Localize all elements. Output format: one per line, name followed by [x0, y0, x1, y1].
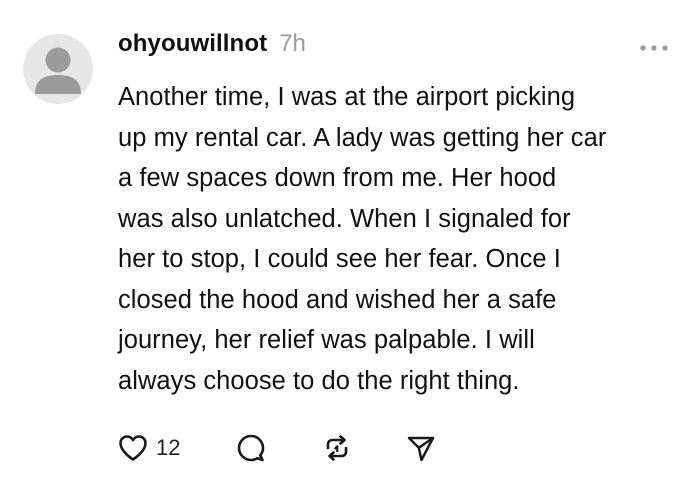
share-button[interactable] [406, 433, 446, 463]
action-bar: 12 [118, 428, 446, 468]
post-header: ohyouwillnot 7h [118, 30, 306, 58]
avatar[interactable] [23, 34, 93, 104]
default-user-avatar-icon [35, 47, 81, 94]
username[interactable]: ohyouwillnot [118, 30, 267, 58]
like-count: 12 [156, 435, 181, 460]
heart-icon [119, 435, 147, 461]
like-button[interactable]: 12 [118, 434, 236, 462]
thread-post: ohyouwillnot 7h Another time, I was at t… [0, 0, 700, 498]
more-options-button[interactable] [636, 36, 672, 60]
repost-icon [326, 435, 348, 461]
reply-button[interactable] [236, 433, 322, 463]
post-body: Another time, I was at the airport picki… [118, 83, 607, 395]
comment-icon [237, 434, 265, 462]
repost-button[interactable] [322, 433, 406, 463]
more-options-icon [640, 45, 668, 51]
send-icon [407, 436, 435, 462]
timestamp: 7h [279, 30, 306, 57]
